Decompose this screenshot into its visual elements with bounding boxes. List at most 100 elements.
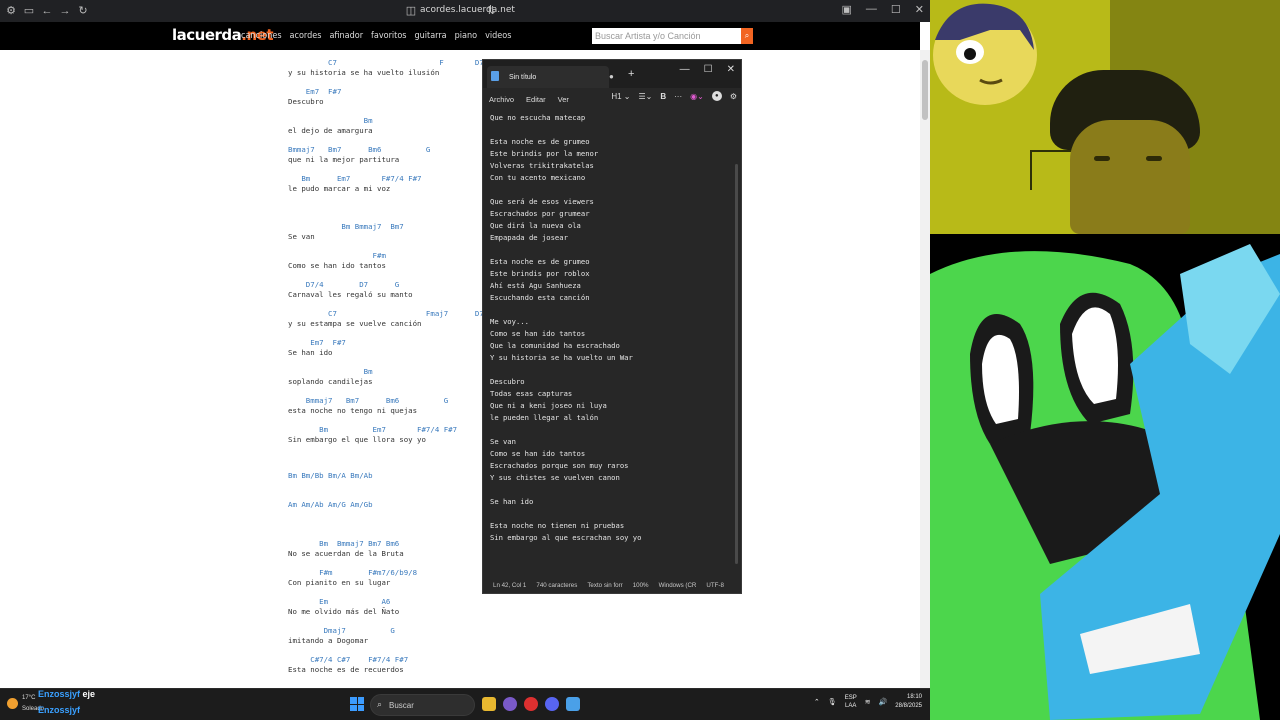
chord-line[interactable]: Bm Bmmaj7 Bm7 Bm6 bbox=[288, 539, 404, 549]
nav-link-videos[interactable]: videos bbox=[485, 31, 511, 41]
taskbar-search[interactable]: ⌕ Buscar bbox=[370, 694, 475, 716]
chevron-up-icon[interactable]: ⌃ bbox=[814, 698, 820, 706]
reload-icon[interactable]: ↻ bbox=[76, 4, 90, 18]
chord-line[interactable]: Bm bbox=[288, 367, 373, 377]
menu-ver[interactable]: Ver bbox=[558, 95, 569, 104]
chord-line[interactable]: C#7/4 C#7 F#7/4 F#7 bbox=[288, 655, 408, 665]
weather-sun-icon[interactable] bbox=[7, 698, 18, 709]
tab-close-icon[interactable]: ● bbox=[609, 72, 614, 81]
site-search-input[interactable]: Buscar Artista y/o Canción bbox=[592, 28, 742, 44]
heading-dropdown[interactable]: H1 ⌄ bbox=[611, 92, 630, 101]
site-search-button[interactable]: ⌕ bbox=[741, 28, 753, 44]
editor-line: Este brindis por roblox bbox=[490, 269, 590, 278]
notepad-taskbar-icon[interactable] bbox=[566, 697, 580, 711]
chord-line[interactable]: C7 F D7 B7 bbox=[288, 58, 506, 68]
language-indicator[interactable]: ESP LAA bbox=[845, 694, 857, 710]
split-view-icon[interactable]: ▣ bbox=[842, 3, 852, 16]
notepad-editor[interactable]: Que no escucha matecap Esta noche es de … bbox=[490, 112, 730, 544]
status-zoom[interactable]: 100% bbox=[633, 582, 649, 589]
weather-temperature[interactable]: 17°C bbox=[22, 695, 35, 701]
sidebar-icon[interactable]: ▭ bbox=[22, 4, 36, 18]
editor-line: Se van bbox=[490, 437, 516, 446]
site-info-icon[interactable]: ◫ bbox=[404, 4, 418, 18]
minimize-icon[interactable]: — bbox=[680, 64, 690, 75]
chord-block: Dmaj7 Gimitando a Dogomar bbox=[288, 626, 395, 646]
copilot-icon[interactable]: ◉⌄ bbox=[690, 92, 704, 101]
chord-line[interactable]: C7 Fmaj7 D7 B7 bbox=[288, 309, 506, 319]
discord-icon[interactable] bbox=[545, 697, 559, 711]
settings-icon[interactable]: ⇅ bbox=[484, 4, 498, 18]
mic-icon[interactable]: 🎙 bbox=[828, 698, 837, 706]
page-scrollbar[interactable] bbox=[920, 50, 930, 688]
chord-line[interactable]: Bmmaj7 Bm7 Bm6 G bbox=[288, 396, 448, 406]
menu-archivo[interactable]: Archivo bbox=[489, 95, 514, 104]
chord-line[interactable]: Em7 F#7 bbox=[288, 87, 342, 97]
chord-block: Em7 F#7 Se han ido bbox=[288, 338, 346, 358]
close-icon[interactable]: ✕ bbox=[915, 3, 924, 16]
nav-link-guitarra[interactable]: guitarra bbox=[415, 31, 447, 41]
chord-line[interactable]: F#m bbox=[288, 251, 386, 261]
more-icon[interactable]: ··· bbox=[674, 92, 682, 101]
list-dropdown-icon[interactable]: ☰⌄ bbox=[638, 92, 652, 101]
nav-link-acordes[interactable]: acordes bbox=[290, 31, 322, 41]
volume-icon[interactable]: 🔊 bbox=[879, 698, 888, 706]
search-icon: ⌕ bbox=[377, 699, 383, 709]
nav-link-canciones[interactable]: canciones bbox=[241, 31, 282, 41]
chord-line[interactable]: Bm Em7 F#7/4 F#7 bbox=[288, 425, 457, 435]
editor-line: Todas esas capturas bbox=[490, 389, 573, 398]
chord-line[interactable]: Bm Em7 F#7/4 F#7 bbox=[288, 174, 421, 184]
editor-line: le pueden llegar al talón bbox=[490, 413, 599, 422]
minimize-icon[interactable]: — bbox=[866, 3, 877, 16]
scrollbar-thumb[interactable] bbox=[922, 60, 928, 120]
search-icon: ⌕ bbox=[744, 31, 750, 40]
lyric-line: No me olvido más del Ñato bbox=[288, 607, 400, 616]
browser-icon[interactable] bbox=[524, 697, 538, 711]
nav-link-favoritos[interactable]: favoritos bbox=[371, 31, 406, 41]
lyric-line: imitando a Dogomar bbox=[288, 636, 369, 645]
maximize-icon[interactable]: ☐ bbox=[704, 64, 713, 75]
address-bar[interactable]: acordes.lacuerda.net bbox=[420, 5, 515, 15]
nav-link-piano[interactable]: piano bbox=[455, 31, 477, 41]
clock[interactable]: 18:10 28/8/2025 bbox=[895, 693, 922, 711]
settings-icon[interactable]: ⚙ bbox=[730, 92, 737, 101]
editor-line: Y sus chistes se vuelven canon bbox=[490, 473, 620, 482]
status-encoding[interactable]: UTF-8 bbox=[706, 582, 724, 589]
extensions-icon[interactable]: ⚙ bbox=[4, 4, 18, 18]
new-tab-button[interactable]: + bbox=[628, 68, 634, 80]
file-explorer-icon[interactable] bbox=[482, 697, 496, 711]
notepad-icon bbox=[491, 71, 499, 81]
maximize-icon[interactable]: ☐ bbox=[891, 3, 901, 16]
chord-block: F#m Como se han ido tantos bbox=[288, 251, 386, 271]
chord-line[interactable]: D7/4 D7 G bbox=[288, 280, 413, 290]
back-icon[interactable]: ← bbox=[40, 4, 54, 18]
chord-line[interactable]: Bmmaj7 Bm7 Bm6 G bbox=[288, 145, 430, 155]
status-eol[interactable]: Windows (CR bbox=[659, 582, 697, 589]
bold-button[interactable]: B bbox=[660, 92, 666, 101]
app-icon[interactable] bbox=[503, 697, 517, 711]
editor-line: Que dirá la nueva ola bbox=[490, 221, 581, 230]
chord-line[interactable]: Bm Bm/Bb Bm/A Bm/Ab bbox=[288, 471, 373, 481]
chord-line[interactable]: Am Am/Ab Am/G Am/Gb bbox=[288, 500, 373, 510]
wifi-icon[interactable]: ≋ bbox=[865, 698, 871, 706]
menu-editar[interactable]: Editar bbox=[526, 95, 546, 104]
notepad-tab[interactable]: Sin título ● bbox=[487, 66, 614, 88]
chord-line[interactable]: Bm bbox=[288, 116, 373, 126]
account-icon[interactable]: ● bbox=[711, 91, 722, 101]
browser-window-controls: ▣ — ☐ ✕ bbox=[842, 3, 925, 16]
notepad-scrollbar[interactable] bbox=[735, 164, 738, 564]
chord-line[interactable]: Dmaj7 G bbox=[288, 626, 395, 636]
lyric-line: y su estampa se vuelve canción bbox=[288, 319, 422, 328]
nav-link-afinador[interactable]: afinador bbox=[329, 31, 363, 41]
lyric-line: Descubro bbox=[288, 97, 324, 106]
lyric-line: No se acuerdan de la Bruta bbox=[288, 549, 404, 558]
site-nav-links: canciones acordes afinador favoritos gui… bbox=[241, 31, 511, 41]
chord-line[interactable]: F#m F#m7/6/b9/8 bbox=[288, 568, 417, 578]
chord-line[interactable]: Em A6 bbox=[288, 597, 399, 607]
forward-icon[interactable]: → bbox=[58, 4, 72, 18]
start-button[interactable] bbox=[350, 697, 364, 711]
chord-line[interactable]: Em7 F#7 bbox=[288, 338, 346, 348]
chord-line[interactable]: Bm Bmmaj7 Bm7 bbox=[288, 222, 403, 232]
status-format[interactable]: Texto sin forr bbox=[587, 582, 622, 589]
close-icon[interactable]: ✕ bbox=[727, 64, 735, 75]
